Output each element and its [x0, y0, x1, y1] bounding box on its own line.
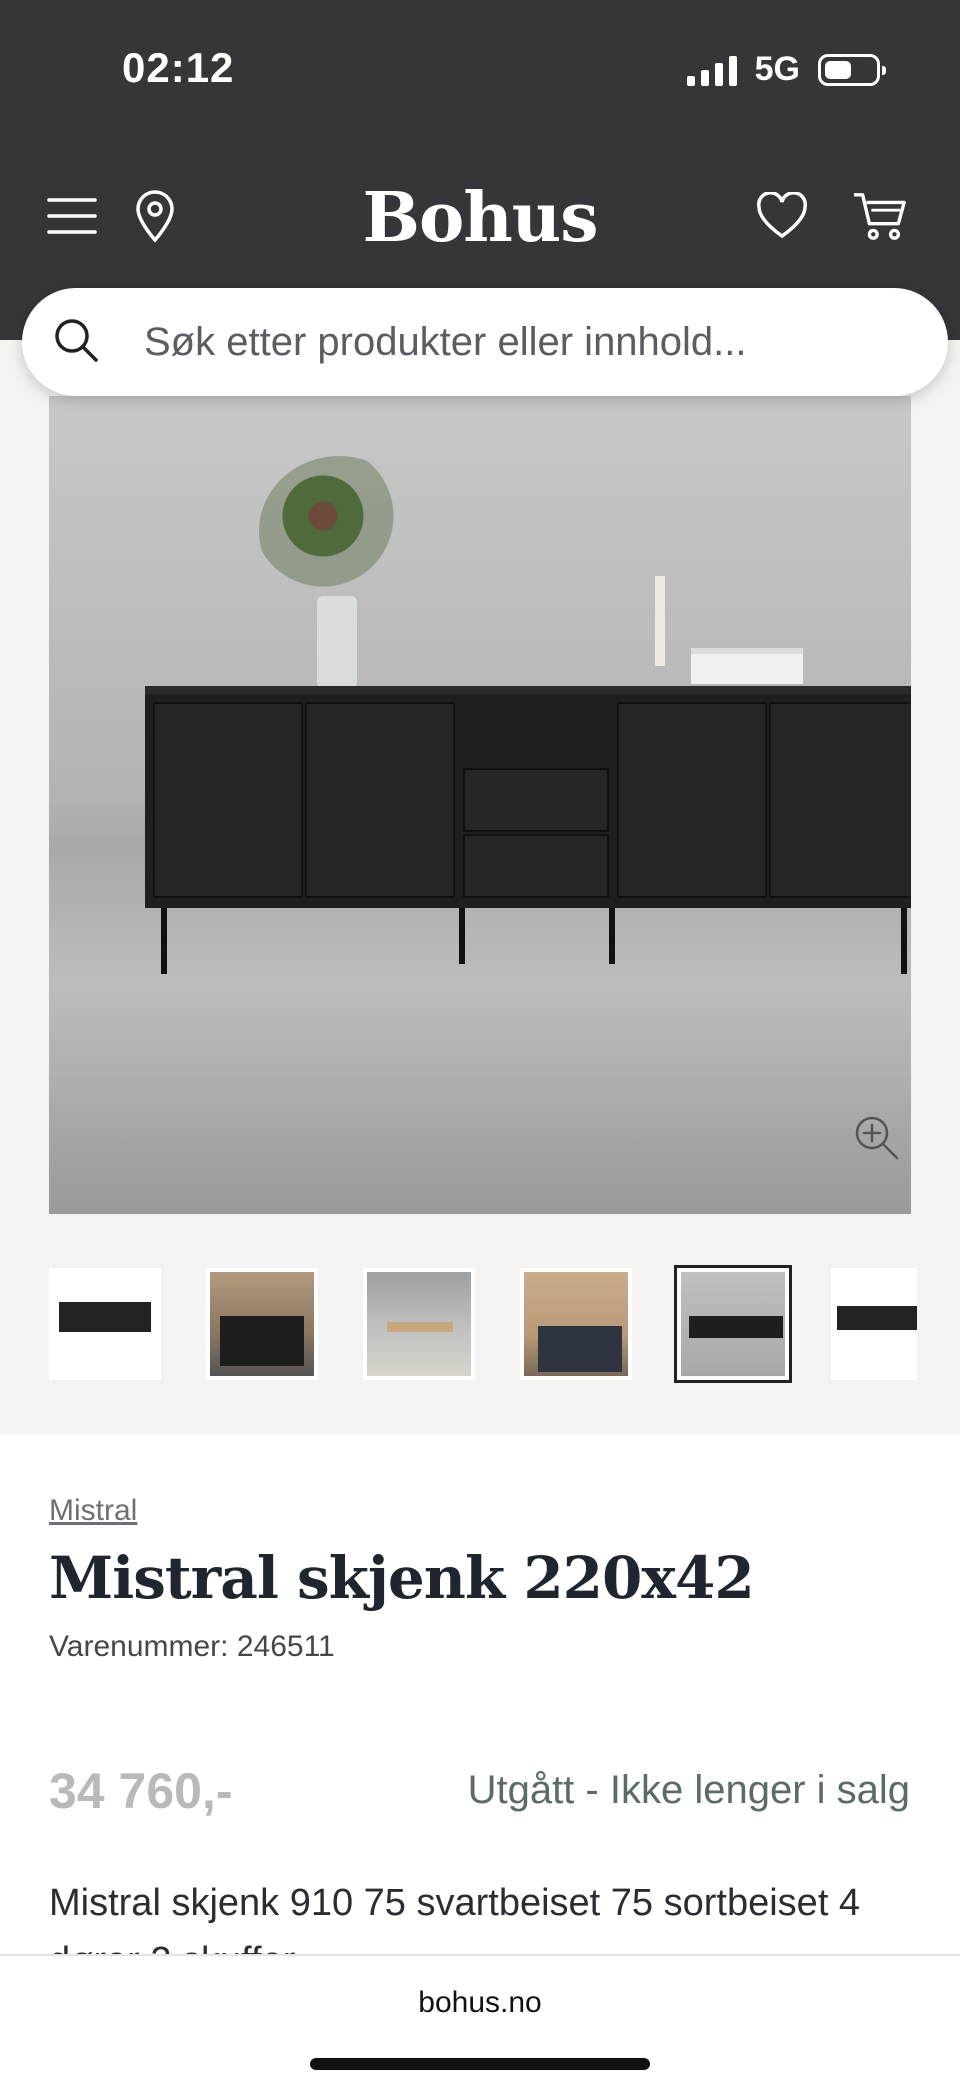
browser-url[interactable]: bohus.no	[0, 1986, 960, 2020]
image-flowers	[259, 456, 419, 606]
search-bar[interactable]	[22, 288, 948, 396]
site-logo[interactable]: Bohus	[0, 178, 960, 258]
thumbnail-4[interactable]	[520, 1268, 632, 1380]
thumbnail-5[interactable]	[674, 1265, 792, 1383]
product-main-image[interactable]	[49, 396, 911, 1214]
heart-icon[interactable]	[754, 188, 810, 244]
signal-icon	[686, 54, 737, 86]
image-door	[617, 702, 767, 898]
availability-status: Utgått - Ikke lenger i salg	[467, 1768, 910, 1812]
thumbnail-6[interactable]	[831, 1268, 917, 1380]
search-icon[interactable]	[52, 316, 100, 369]
search-input[interactable]	[144, 319, 904, 365]
image-door	[769, 702, 911, 898]
status-indicators: 5G	[686, 50, 886, 89]
image-leg	[901, 908, 907, 974]
cart-icon[interactable]	[852, 188, 908, 244]
image-drawer	[463, 768, 609, 832]
image-vase	[317, 596, 357, 688]
image-door	[153, 702, 303, 898]
image-candle	[655, 576, 665, 666]
status-time: 02:12	[122, 44, 235, 91]
image-leg	[459, 908, 465, 964]
image-books	[691, 648, 803, 684]
product-gallery	[0, 340, 960, 1434]
thumbnail-strip	[0, 1265, 960, 1386]
browser-bar: bohus.no	[0, 1954, 960, 2081]
thumbnail-3[interactable]	[363, 1268, 475, 1380]
thumbnail-1[interactable]	[49, 1268, 161, 1380]
image-drawer	[463, 834, 609, 898]
product-title: Mistral skjenk 220x42	[49, 1544, 755, 1612]
battery-icon	[818, 53, 886, 86]
image-leg	[161, 908, 167, 974]
home-indicator[interactable]	[310, 2058, 650, 2070]
network-label: 5G	[754, 50, 800, 88]
image-door	[305, 702, 455, 898]
brand-link[interactable]: Mistral	[49, 1494, 137, 1528]
product-sku: Varenummer: 246511	[49, 1630, 335, 1663]
zoom-in-icon[interactable]	[851, 1112, 903, 1164]
product-price: 34 760,-	[49, 1763, 233, 1819]
image-leg	[609, 908, 615, 964]
thumbnail-2[interactable]	[206, 1268, 318, 1380]
